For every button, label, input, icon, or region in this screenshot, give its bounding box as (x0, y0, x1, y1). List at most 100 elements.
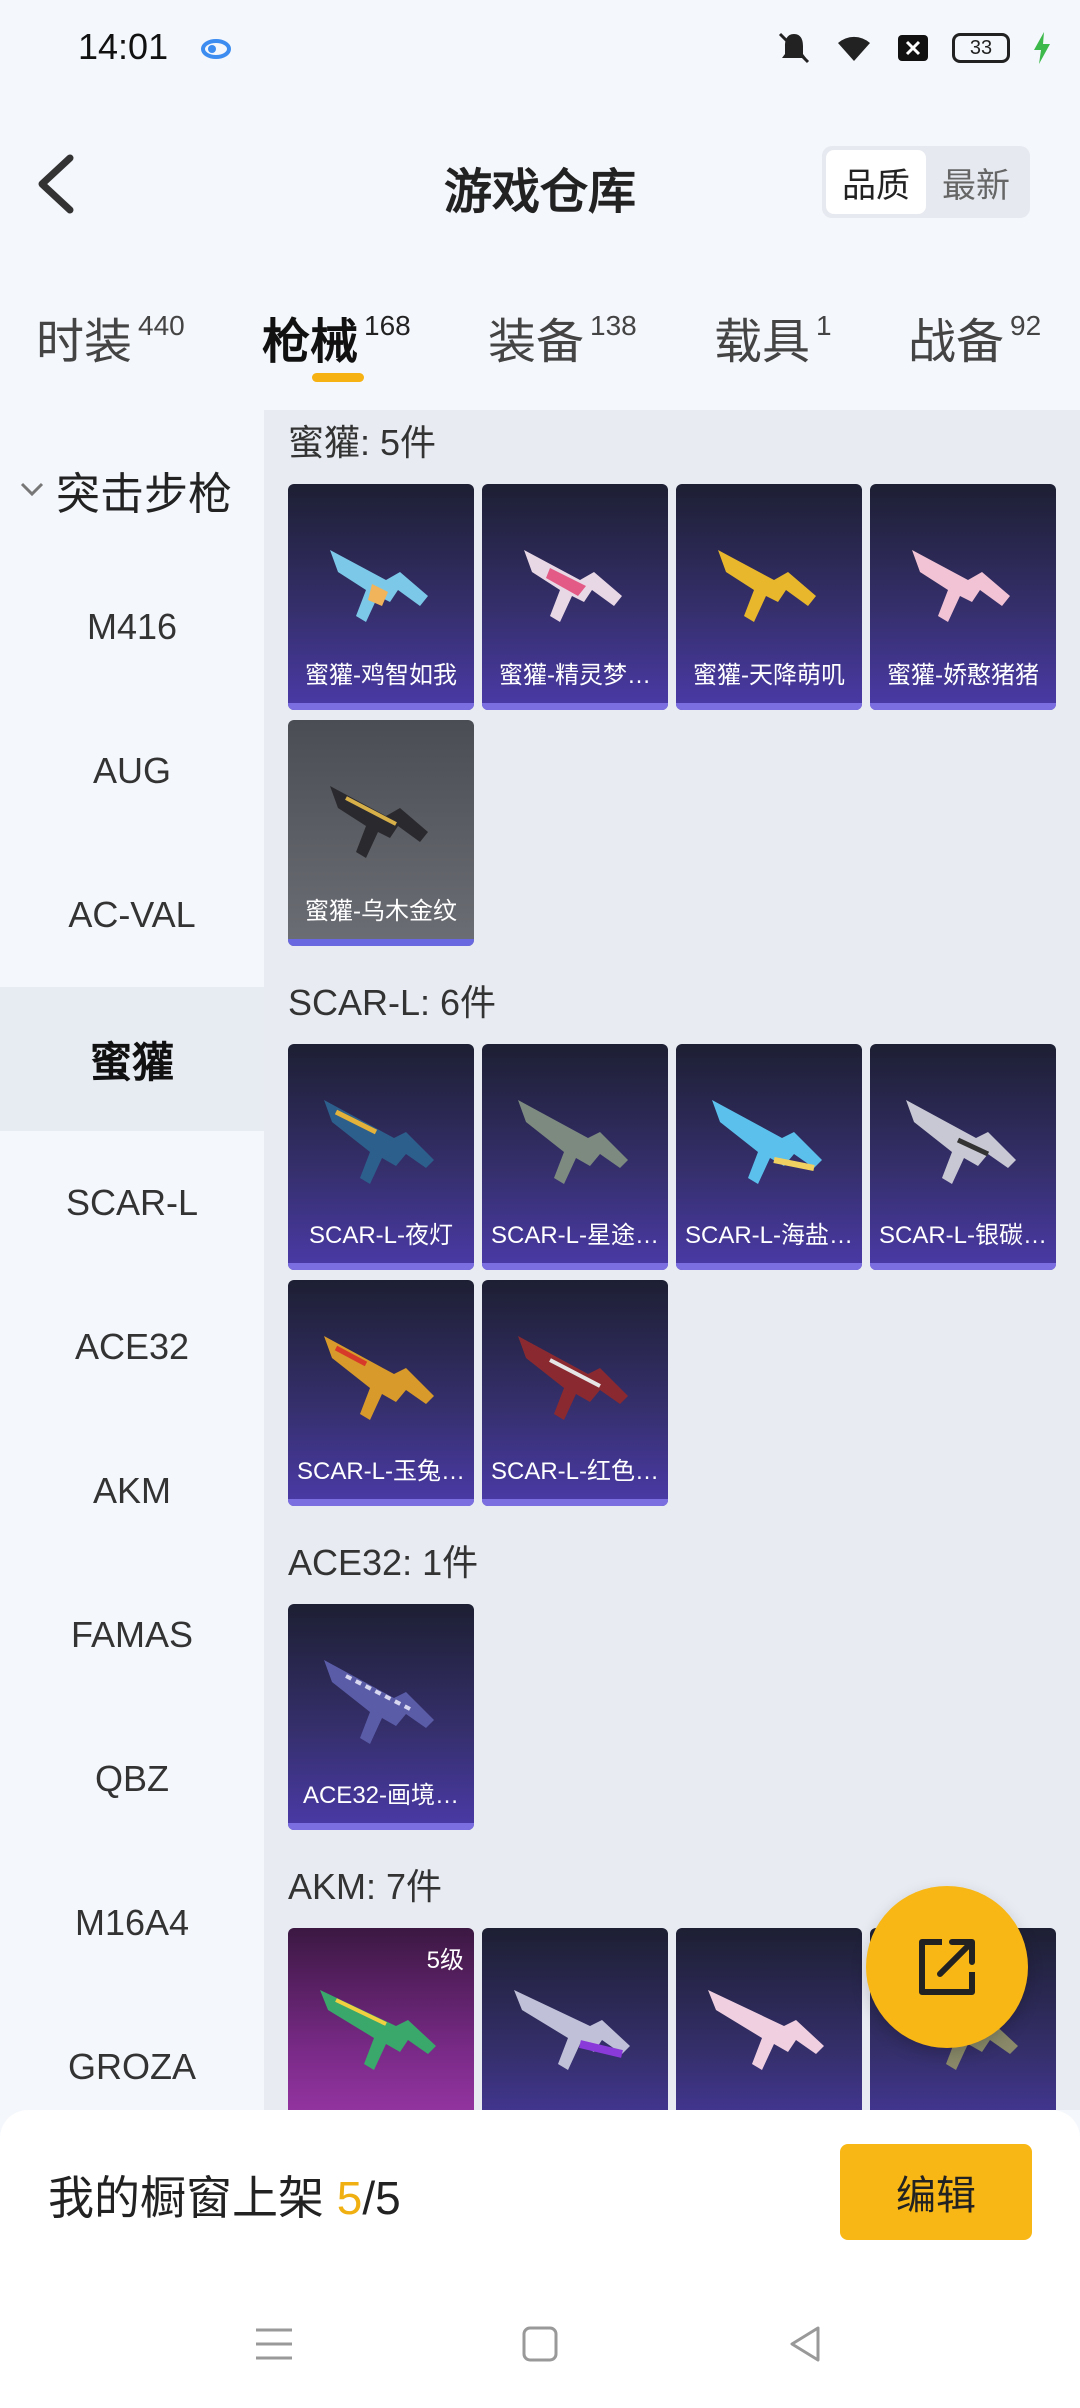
tab-fashion[interactable]: 时装 440 (36, 302, 185, 372)
skin-card[interactable]: 蜜獾-天降萌叽 (676, 484, 862, 710)
sidebar-item-ace32[interactable]: ACE32 (0, 1275, 264, 1419)
mute-bell-icon (778, 32, 810, 64)
rifle-icon (524, 550, 622, 622)
skin-label: ACE32-画境… (302, 1781, 460, 1809)
sidebar-item-akm[interactable]: AKM (0, 1419, 264, 1563)
sidebar-heading[interactable]: 突击步枪 (18, 458, 232, 522)
skin-card[interactable]: SCAR-L-银碳… (870, 1044, 1056, 1270)
tab-count: 440 (138, 310, 185, 341)
rarity-bar (288, 1499, 474, 1506)
skin-label: SCAR-L-玉兔… (296, 1457, 465, 1485)
group-title: ACE32: 1件 (288, 1542, 479, 1583)
tab-supplies[interactable]: 战备 92 (908, 302, 1041, 372)
rifle-icon (324, 1336, 434, 1420)
app-header: 游戏仓库 品质 最新 (0, 130, 1080, 240)
tab-label: 装备 (488, 316, 585, 369)
battery-level: 33 (969, 36, 993, 59)
skin-card[interactable]: 蜜獾-娇憨猪猪 (870, 484, 1056, 710)
status-icons: 33 (776, 26, 1052, 70)
chevron-down-icon (20, 482, 44, 497)
rifle-icon (906, 1100, 1016, 1184)
skin-card[interactable]: SCAR-L-海盐… (676, 1044, 862, 1270)
skin-card[interactable]: SCAR-L-玉兔… (288, 1280, 474, 1506)
skin-card[interactable]: SCAR-L-星途… (482, 1044, 668, 1270)
cloud-sync-icon (201, 39, 231, 59)
rifle-icon (518, 1100, 628, 1184)
rarity-bar (288, 939, 474, 946)
group-title: 蜜獾: 5件 (288, 422, 437, 463)
sidebar-item-m416[interactable]: M416 (0, 555, 264, 699)
tab-label: 枪械 (262, 316, 359, 369)
tab-vehicles[interactable]: 载具 1 (714, 302, 832, 372)
skin-label: 蜜獾-鸡智如我 (305, 661, 457, 689)
rifle-icon (708, 1990, 824, 2070)
skin-card[interactable]: 蜜獾-鸡智如我 (288, 484, 474, 710)
showcase-total-count: /5 (362, 2172, 401, 2224)
skin-card[interactable]: SCAR-L-夜灯 (288, 1044, 474, 1270)
sidebar-item-ac-val[interactable]: AC-VAL (0, 843, 264, 987)
skin-label: SCAR-L-海盐… (684, 1221, 853, 1249)
share-fab-button[interactable] (866, 1886, 1028, 2048)
group-title: AKM: 7件 (288, 1866, 443, 1907)
rifle-icon (718, 550, 816, 622)
rarity-bar (288, 1823, 474, 1830)
skin-card[interactable]: ACE32-画境… (288, 1604, 474, 1830)
rifle-icon (330, 786, 428, 858)
sidebar-item-m16a4[interactable]: M16A4 (0, 1851, 264, 1995)
edit-button[interactable]: 编辑 (840, 2144, 1032, 2240)
category-tabs: 时装 440 枪械 168 装备 138 载具 1 战备 92 (0, 296, 1080, 396)
charging-icon (1034, 32, 1050, 64)
sim-off-icon (898, 35, 928, 61)
sidebar-item-qbz[interactable]: QBZ (0, 1707, 264, 1851)
menu-icon[interactable] (250, 2320, 298, 2368)
rifle-icon (324, 1100, 434, 1184)
sidebar-item-famas[interactable]: FAMAS (0, 1563, 264, 1707)
system-nav-bar (0, 2280, 1080, 2408)
rarity-bar (482, 1499, 668, 1506)
sidebar-item-aug[interactable]: AUG (0, 699, 264, 843)
skin-card[interactable]: 蜜獾-乌木金纹 (288, 720, 474, 946)
rifle-icon (912, 550, 1010, 622)
sidebar-item-honey-badger[interactable]: 蜜獾 (0, 987, 264, 1131)
skin-card[interactable] (482, 1928, 668, 2110)
skin-card[interactable] (676, 1928, 862, 2110)
active-tab-indicator (312, 373, 364, 382)
tab-label: 战备 (908, 316, 1005, 369)
showcase-current-count: 5 (336, 2172, 363, 2224)
showcase-status: 我的橱窗上架 5/5 (48, 2162, 401, 2228)
sort-newest-button[interactable]: 最新 (926, 150, 1026, 214)
skin-label: SCAR-L-夜灯 (308, 1221, 453, 1249)
rifle-icon (330, 550, 428, 622)
tab-equipment[interactable]: 装备 138 (488, 302, 637, 372)
tab-guns[interactable]: 枪械 168 (262, 302, 411, 372)
home-icon[interactable] (516, 2320, 564, 2368)
skin-card[interactable]: SCAR-L-红色… (482, 1280, 668, 1506)
sidebar-heading-label: 突击步枪 (56, 470, 232, 519)
tab-count: 138 (590, 310, 637, 341)
back-nav-icon[interactable] (782, 2320, 830, 2368)
rarity-bar (870, 703, 1056, 710)
battery-indicator: 33 (952, 33, 1010, 63)
rarity-bar (288, 703, 474, 710)
skin-card[interactable]: 蜜獾-精灵梦… (482, 484, 668, 710)
rifle-icon (518, 1336, 628, 1420)
skin-card[interactable]: 5级 (288, 1928, 474, 2110)
skin-label: 蜜獾-天降萌叽 (693, 661, 845, 689)
sort-toggle: 品质 最新 (822, 146, 1030, 218)
share-external-icon (919, 1939, 975, 1995)
sort-quality-button[interactable]: 品质 (826, 150, 926, 214)
rarity-bar (676, 1263, 862, 1270)
sidebar-item-scar-l[interactable]: SCAR-L (0, 1131, 264, 1275)
rarity-bar (482, 703, 668, 710)
status-bar: 14:01 33 (0, 0, 1080, 96)
skin-label: 蜜獾-乌木金纹 (305, 897, 457, 925)
status-time: 14:01 (78, 26, 169, 67)
tab-label: 载具 (714, 316, 811, 369)
rarity-bar (288, 1263, 474, 1270)
rarity-bar (676, 703, 862, 710)
skin-label: SCAR-L-红色… (490, 1457, 659, 1485)
skin-label: SCAR-L-星途… (490, 1221, 659, 1249)
rarity-bar (870, 1263, 1056, 1270)
wifi-icon (838, 36, 870, 61)
tab-count: 1 (816, 310, 832, 341)
